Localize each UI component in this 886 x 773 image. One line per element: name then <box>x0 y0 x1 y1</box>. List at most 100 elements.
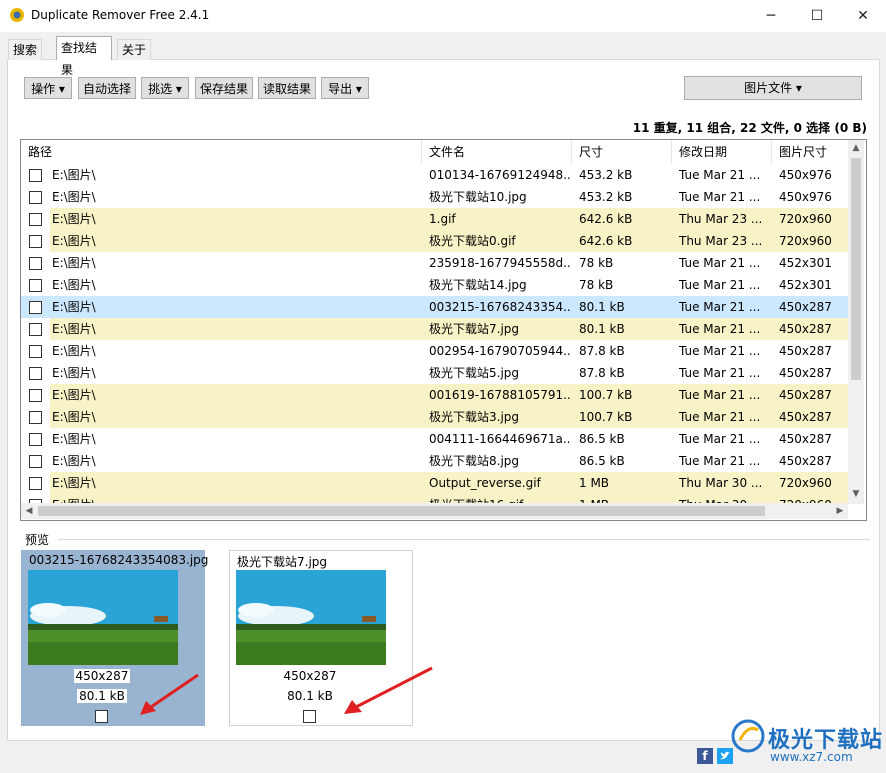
column-header-filename[interactable]: 文件名 <box>422 140 572 164</box>
table-row[interactable]: E:\图片\ 极光下载站7.jpg 80.1 kB Tue Mar 21 ... 450… <box>21 318 848 340</box>
row-checkbox[interactable] <box>29 169 42 182</box>
tab-results[interactable]: 查找结果 <box>56 36 112 77</box>
table-row[interactable]: E:\图片\ 极光下载站10.jpg 453.2 kB Tue Mar 21 ... 4… <box>21 186 848 208</box>
cell-name: 极光下载站8.jpg <box>429 454 520 468</box>
operate-dropdown[interactable]: 操作 ▾ <box>24 77 72 99</box>
column-header-dimensions[interactable]: 图片尺寸 <box>772 140 852 164</box>
scroll-right-icon[interactable]: ▶ <box>832 503 848 519</box>
close-button[interactable]: ✕ <box>840 0 886 32</box>
cell-dims: 720x960 <box>779 234 832 248</box>
table-row[interactable]: E:\图片\ 003215-16768243354... 80.1 kB Tue Ma… <box>21 296 848 318</box>
cell-name: 1.gif <box>429 212 456 226</box>
watermark-logo-icon <box>731 719 765 753</box>
row-checkbox[interactable] <box>29 301 42 314</box>
cell-date: Tue Mar 21 ... <box>679 366 761 380</box>
row-checkbox[interactable] <box>29 345 42 358</box>
app-icon <box>10 8 24 22</box>
cell-size: 87.8 kB <box>579 344 625 358</box>
row-checkbox[interactable] <box>29 323 42 336</box>
preview-checkbox[interactable] <box>95 710 108 723</box>
cell-path: E:\图片\ <box>52 344 96 358</box>
column-header-path[interactable]: 路径 <box>21 140 422 164</box>
preview-filename: 极光下载站7.jpg <box>237 555 328 569</box>
cell-size: 80.1 kB <box>579 322 625 336</box>
table-row[interactable]: E:\图片\ 极光下载站3.jpg 100.7 kB Tue Mar 21 ... 45… <box>21 406 848 428</box>
table-row[interactable]: E:\图片\ 001619-16788105791... 100.7 kB Tue M… <box>21 384 848 406</box>
cell-dims: 450x287 <box>779 432 832 446</box>
table-row[interactable]: E:\图片\ 极光下载站8.jpg 86.5 kB Tue Mar 21 ... 450… <box>21 450 848 472</box>
window-title: Duplicate Remover Free 2.4.1 <box>31 8 210 22</box>
scroll-up-icon[interactable]: ▲ <box>848 140 864 156</box>
preview-thumbnail <box>236 570 386 665</box>
row-checkbox[interactable] <box>29 191 42 204</box>
cell-name: 极光下载站10.jpg <box>429 190 527 204</box>
cell-dims: 450x287 <box>779 366 832 380</box>
load-results-button[interactable]: 读取结果 <box>258 77 316 99</box>
save-results-button[interactable]: 保存结果 <box>195 77 253 99</box>
cell-name: 极光下载站5.jpg <box>429 366 520 380</box>
table-row[interactable]: E:\图片\ 004111-1664469671a... 86.5 kB Tue Ma… <box>21 428 848 450</box>
cell-size: 86.5 kB <box>579 454 625 468</box>
scroll-h-thumb[interactable] <box>38 506 765 516</box>
table-row[interactable]: E:\图片\ 极光下载站5.jpg 87.8 kB Tue Mar 21 ... 450… <box>21 362 848 384</box>
row-checkbox[interactable] <box>29 367 42 380</box>
cell-date: Tue Mar 21 ... <box>679 300 761 314</box>
results-list: 路径 文件名 尺寸 修改日期 图片尺寸 E:\图片\ 010134-1676912… <box>20 139 867 521</box>
file-type-filter-dropdown[interactable]: 图片文件 ▾ <box>684 76 862 100</box>
cell-size: 78 kB <box>579 256 614 270</box>
table-row[interactable]: E:\图片\ 002954-16790705944... 87.8 kB Tue Ma… <box>21 340 848 362</box>
table-row[interactable]: E:\图片\ Output_reverse.gif 1 MB Thu Mar 30 .… <box>21 472 848 494</box>
row-checkbox[interactable] <box>29 235 42 248</box>
tab-search[interactable]: 搜索 <box>8 39 43 60</box>
export-dropdown[interactable]: 导出 ▾ <box>321 77 369 99</box>
row-checkbox[interactable] <box>29 279 42 292</box>
cell-name: 极光下载站3.jpg <box>429 410 520 424</box>
minimize-button[interactable]: ─ <box>748 0 794 32</box>
cell-dims: 450x287 <box>779 410 832 424</box>
column-header-modified[interactable]: 修改日期 <box>672 140 772 164</box>
cell-dims: 720x960 <box>779 212 832 226</box>
auto-select-button[interactable]: 自动选择 <box>78 77 136 99</box>
cell-date: Tue Mar 21 ... <box>679 168 761 182</box>
preview-filename: 003215-16768243354083.jpg <box>29 553 209 567</box>
row-checkbox[interactable] <box>29 411 42 424</box>
cell-path: E:\图片\ <box>52 234 96 248</box>
preview-thumbnail <box>28 570 178 665</box>
cell-path: E:\图片\ <box>52 278 96 292</box>
scroll-down-icon[interactable]: ▼ <box>848 486 864 502</box>
scroll-thumb[interactable] <box>851 158 861 380</box>
cell-dims: 720x960 <box>779 476 832 490</box>
table-row[interactable]: E:\图片\ 010134-16769124948... 453.2 kB Tue M… <box>21 164 848 186</box>
annotation-arrow <box>140 673 199 715</box>
tab-about[interactable]: 关于 <box>117 39 152 60</box>
row-checkbox[interactable] <box>29 455 42 468</box>
cell-size: 100.7 kB <box>579 410 633 424</box>
row-checkbox[interactable] <box>29 213 42 226</box>
row-checkbox[interactable] <box>29 477 42 490</box>
list-horizontal-scrollbar[interactable]: ◀ ▶ <box>21 503 848 519</box>
cell-dims: 450x287 <box>779 388 832 402</box>
table-row[interactable]: E:\图片\ 极光下载站0.gif 642.6 kB Thu Mar 23 ... 72… <box>21 230 848 252</box>
cell-size: 78 kB <box>579 278 614 292</box>
cell-date: Tue Mar 21 ... <box>679 278 761 292</box>
table-row[interactable]: E:\图片\ 极光下载站14.jpg 78 kB Tue Mar 21 ... 452x… <box>21 274 848 296</box>
maximize-button[interactable]: ☐ <box>794 0 840 32</box>
row-checkbox[interactable] <box>29 389 42 402</box>
facebook-icon[interactable]: f <box>697 748 713 764</box>
preview-divider <box>58 539 870 540</box>
cell-path: E:\图片\ <box>52 190 96 204</box>
pick-dropdown[interactable]: 挑选 ▾ <box>141 77 189 99</box>
cell-name: 004111-1664469671a... <box>429 432 571 446</box>
preview-checkbox[interactable] <box>303 710 316 723</box>
cell-date: Tue Mar 21 ... <box>679 190 761 204</box>
cell-path: E:\图片\ <box>52 256 96 270</box>
table-row[interactable]: E:\图片\ 235918-1677945558d... 78 kB Tue Mar … <box>21 252 848 274</box>
cell-name: 010134-16769124948... <box>429 168 571 182</box>
scroll-left-icon[interactable]: ◀ <box>21 503 37 519</box>
row-checkbox[interactable] <box>29 257 42 270</box>
table-row[interactable]: E:\图片\ 1.gif 642.6 kB Thu Mar 23 ... 720x960 <box>21 208 848 230</box>
cell-path: E:\图片\ <box>52 432 96 446</box>
column-header-size[interactable]: 尺寸 <box>572 140 672 164</box>
row-checkbox[interactable] <box>29 433 42 446</box>
list-vertical-scrollbar[interactable]: ▲ ▼ <box>848 140 864 504</box>
